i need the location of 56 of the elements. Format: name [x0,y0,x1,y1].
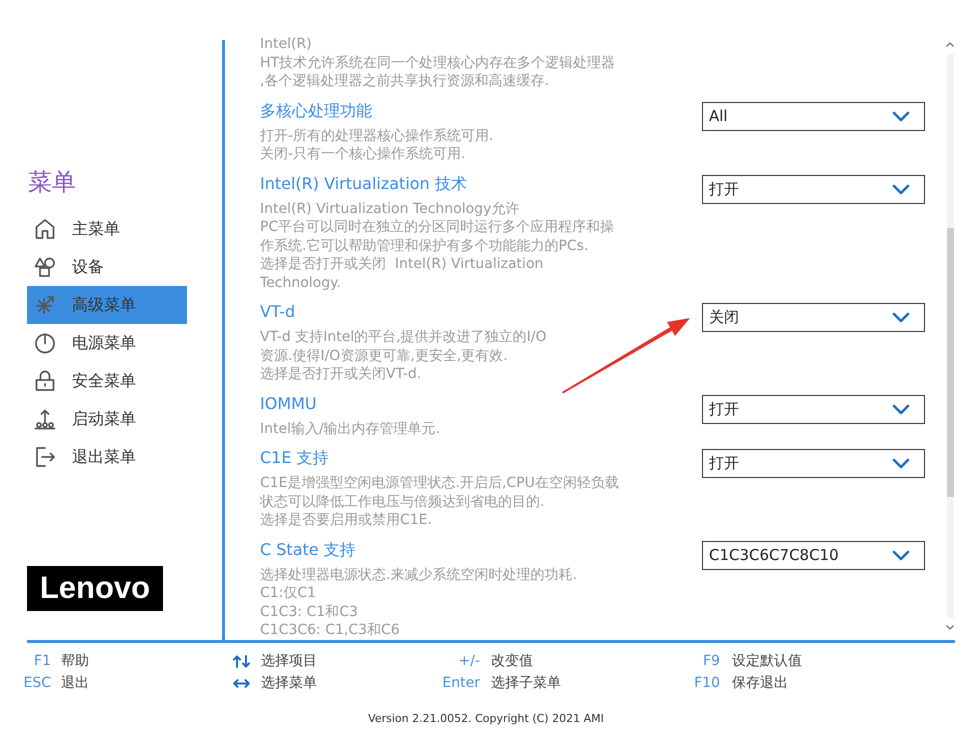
chevron-up-icon[interactable] [946,42,954,47]
sidebar-item[interactable]: 退出菜单 [27,438,187,476]
chevron-down-icon [892,458,910,469]
key-label: F1 [34,652,51,670]
hint-label: 改变值 [491,652,533,670]
sidebar-item[interactable]: 主菜单 [27,210,187,248]
dropdown[interactable]: 打开 [702,174,925,204]
chevron-down-icon [892,184,910,194]
setting-description: C1E是增强型空闲电源管理状态.开启后,CPU在空闲轻负载 状态可以降低工作电压与倍频达到省电的目的. 选择是否要启用或禁用C1E. [260,474,619,530]
sidebar-item[interactable]: 启动菜单 [27,400,187,438]
setting-description: Intel输入/输出内存管理单元. [260,420,440,438]
key-label: ESC [23,674,51,692]
dropdown[interactable]: 关闭 [702,303,925,332]
sidebar-title: 菜单 [28,167,76,198]
left-right-arrow-icon [233,678,250,688]
lock-icon [33,369,57,393]
setting-description: VT-d 支持Intel的平台,提供并改进了独立的I/O 资源.使得I/O资源更可靠,更安全,更有效. 选择是否打开或关闭VT-d. [260,328,547,384]
key-label: F10 [694,674,720,692]
sidebar-item[interactable]: 安全菜单 [27,362,187,400]
chevron-down-icon [892,312,910,323]
setting-description: 选择处理器电源状态.来减少系统空闲时处理的功耗. C1:仅C1 C1C3: C1和C3 C1C3C6: C1,C3和C6 [260,566,577,640]
dropdown[interactable]: 打开 [702,394,925,424]
scrollbar-track[interactable] [946,54,954,618]
scrollbar-thumb[interactable] [946,228,954,497]
hint-label: 帮助 [61,652,89,670]
chevron-down-icon[interactable] [946,625,954,630]
chevron-down-icon [892,110,910,122]
key-label: F9 [703,652,720,670]
setting-description: Intel(R) HT技术允许系统在同一个处理核心内存在多个逻辑处理器 ,各个逻辑处理器之前共享执行资源和高速缓存. [260,35,616,90]
version-text: Version 2.21.0052. Copyright (C) 2021 AMI [368,712,604,726]
key-label: Enter [442,674,480,692]
hint-label: 保存退出 [732,674,788,692]
dropdown[interactable]: 打开 [702,449,925,478]
hint-label: 选择子菜单 [491,674,561,692]
shapes-icon [33,255,57,279]
up-down-arrows-icon [233,654,250,668]
exit-icon [33,445,57,469]
hint-label: 退出 [61,674,89,692]
dropdown[interactable]: C1C3C6C7C8C10 [702,540,925,570]
power-icon [33,331,57,355]
chevron-down-icon [892,550,910,560]
sidebar-item[interactable]: 电源菜单 [27,324,187,362]
starburst-icon [33,293,57,317]
sidebar-item[interactable]: 高级菜单 [27,286,187,324]
sidebar-item[interactable]: 设备 [27,248,187,286]
chevron-down-icon [892,404,910,414]
setting-description: 打开-所有的处理器核心操作系统可用. 关闭-只有一个核心操作系统可用. [260,126,494,164]
key-label: +/- [458,652,480,670]
brand-logo: Lenovo [27,566,163,611]
hint-label: 选择菜单 [261,674,317,692]
setting-description: Intel(R) Virtualization Technology允许 PC平台可以同时在独立的分区同时运行多个应用程序和操 作系统.它可以帮助管理和保护有多个功能能力的PCs. 选择是否打开或关闭 Intel(R) Virtualization Technology. [260,200,614,292]
hint-label: 设定默认值 [732,652,802,670]
hint-label: 选择项目 [261,652,317,670]
arrow-up-platform-icon [33,407,57,431]
dropdown[interactable]: All [702,102,925,130]
home-icon [33,217,57,241]
